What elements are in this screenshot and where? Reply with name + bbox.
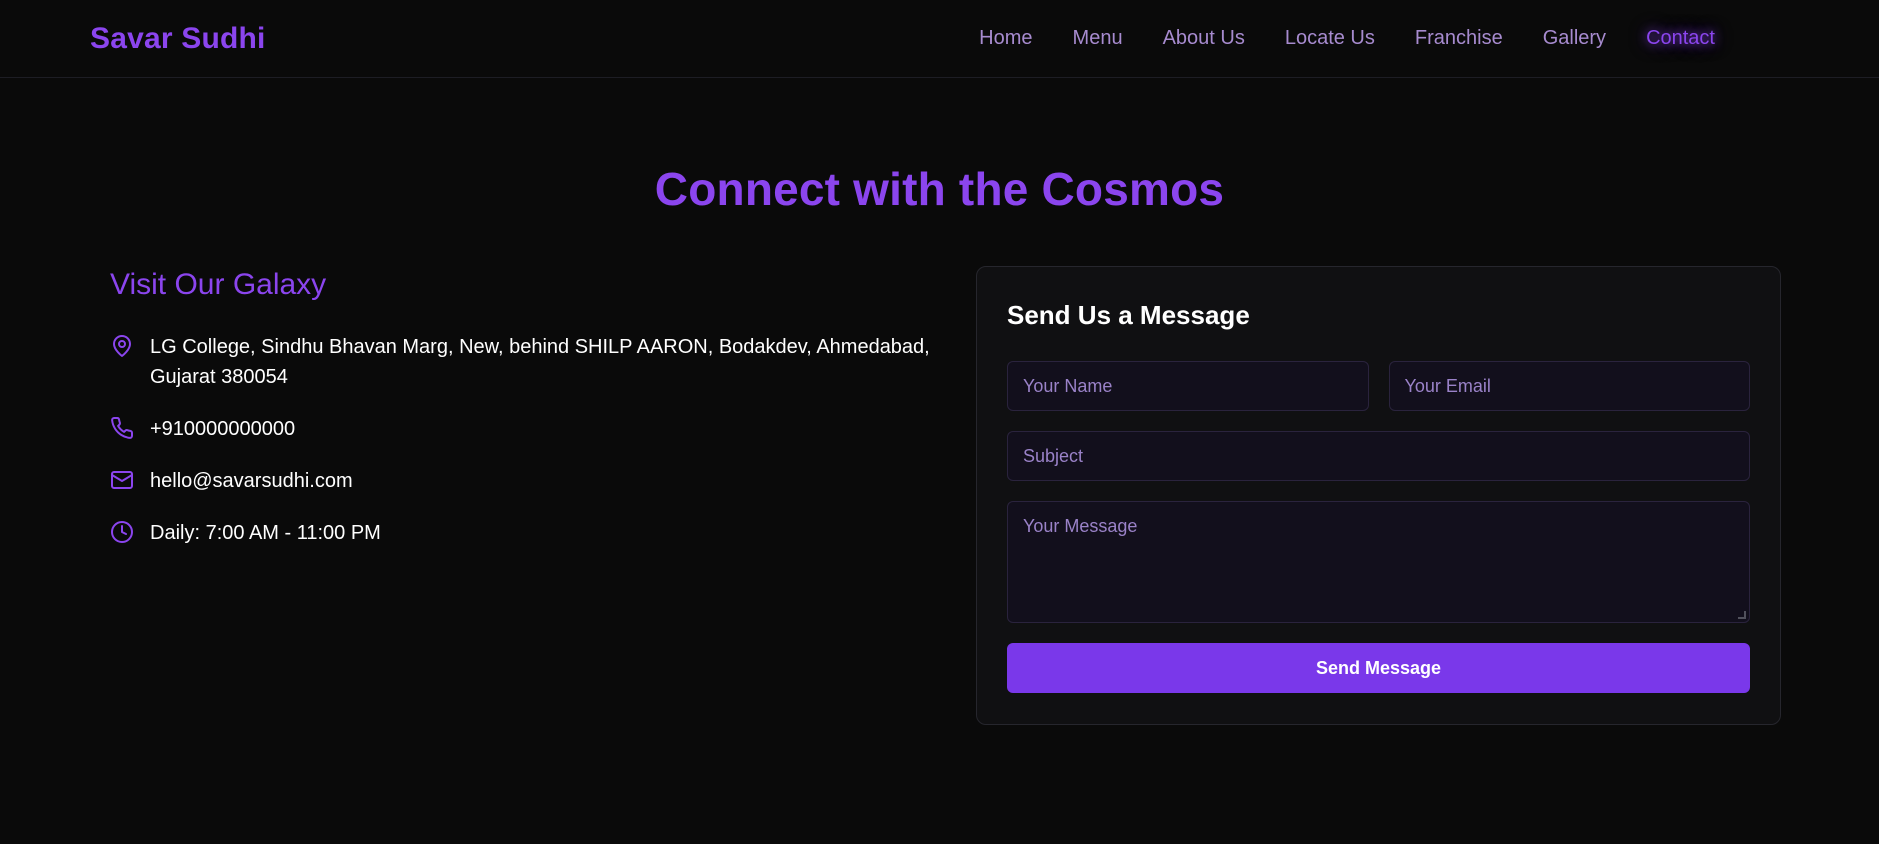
nav-link-about-us[interactable]: About Us xyxy=(1163,27,1245,50)
name-input[interactable]: Your Name xyxy=(1007,361,1369,411)
phone-text[interactable]: +910000000000 xyxy=(150,414,295,444)
form-title: Send Us a Message xyxy=(1007,300,1250,330)
subject-input[interactable]: Subject xyxy=(1007,431,1750,481)
message-placeholder: Your Message xyxy=(1023,516,1138,536)
email-text[interactable]: hello@savarsudhi.com xyxy=(150,466,353,496)
nav-link-gallery[interactable]: Gallery xyxy=(1543,27,1606,50)
name-email-row: Your Name Your Email xyxy=(1007,361,1750,411)
send-message-button[interactable]: Send Message xyxy=(1007,643,1750,693)
info-heading: Visit Our Galaxy xyxy=(110,268,327,301)
page-title: Connect with the Cosmos xyxy=(654,163,1225,215)
email-row: hello@savarsudhi.com xyxy=(110,466,930,496)
nav-link-locate-us[interactable]: Locate Us xyxy=(1285,27,1375,50)
hours-row: Daily: 7:00 AM - 11:00 PM xyxy=(110,518,930,548)
phone-row: +910000000000 xyxy=(110,414,930,444)
resize-handle-icon[interactable] xyxy=(1738,611,1746,619)
clock-icon xyxy=(111,521,133,543)
map-pin-icon xyxy=(113,335,131,357)
brand-logo[interactable]: Savar Sudhi xyxy=(90,22,266,56)
mail-icon xyxy=(111,471,133,489)
contact-section: Visit Our Galaxy LG College, Sindhu Bhav… xyxy=(0,216,1879,816)
nav-link-menu[interactable]: Menu xyxy=(1073,27,1123,50)
nav-link-contact[interactable]: Contact xyxy=(1646,27,1715,50)
hours-text: Daily: 7:00 AM - 11:00 PM xyxy=(150,522,381,544)
nav-link-home[interactable]: Home xyxy=(979,27,1032,50)
message-textarea[interactable]: Your Message xyxy=(1007,501,1750,623)
address-text: LG College, Sindhu Bhavan Marg, New, beh… xyxy=(150,336,930,388)
nav-links: Home Menu About Us Locate Us Franchise G… xyxy=(939,27,1715,50)
navbar: Savar Sudhi Home Menu About Us Locate Us… xyxy=(0,0,1879,78)
email-input[interactable]: Your Email xyxy=(1388,361,1750,411)
contact-info: Visit Our Galaxy LG College, Sindhu Bhav… xyxy=(110,268,930,570)
contact-form: Send Us a Message Your Name Your Email S… xyxy=(976,266,1781,725)
phone-icon xyxy=(111,417,134,439)
nav-link-franchise[interactable]: Franchise xyxy=(1415,27,1503,50)
address-row: LG College, Sindhu Bhavan Marg, New, beh… xyxy=(110,332,930,392)
